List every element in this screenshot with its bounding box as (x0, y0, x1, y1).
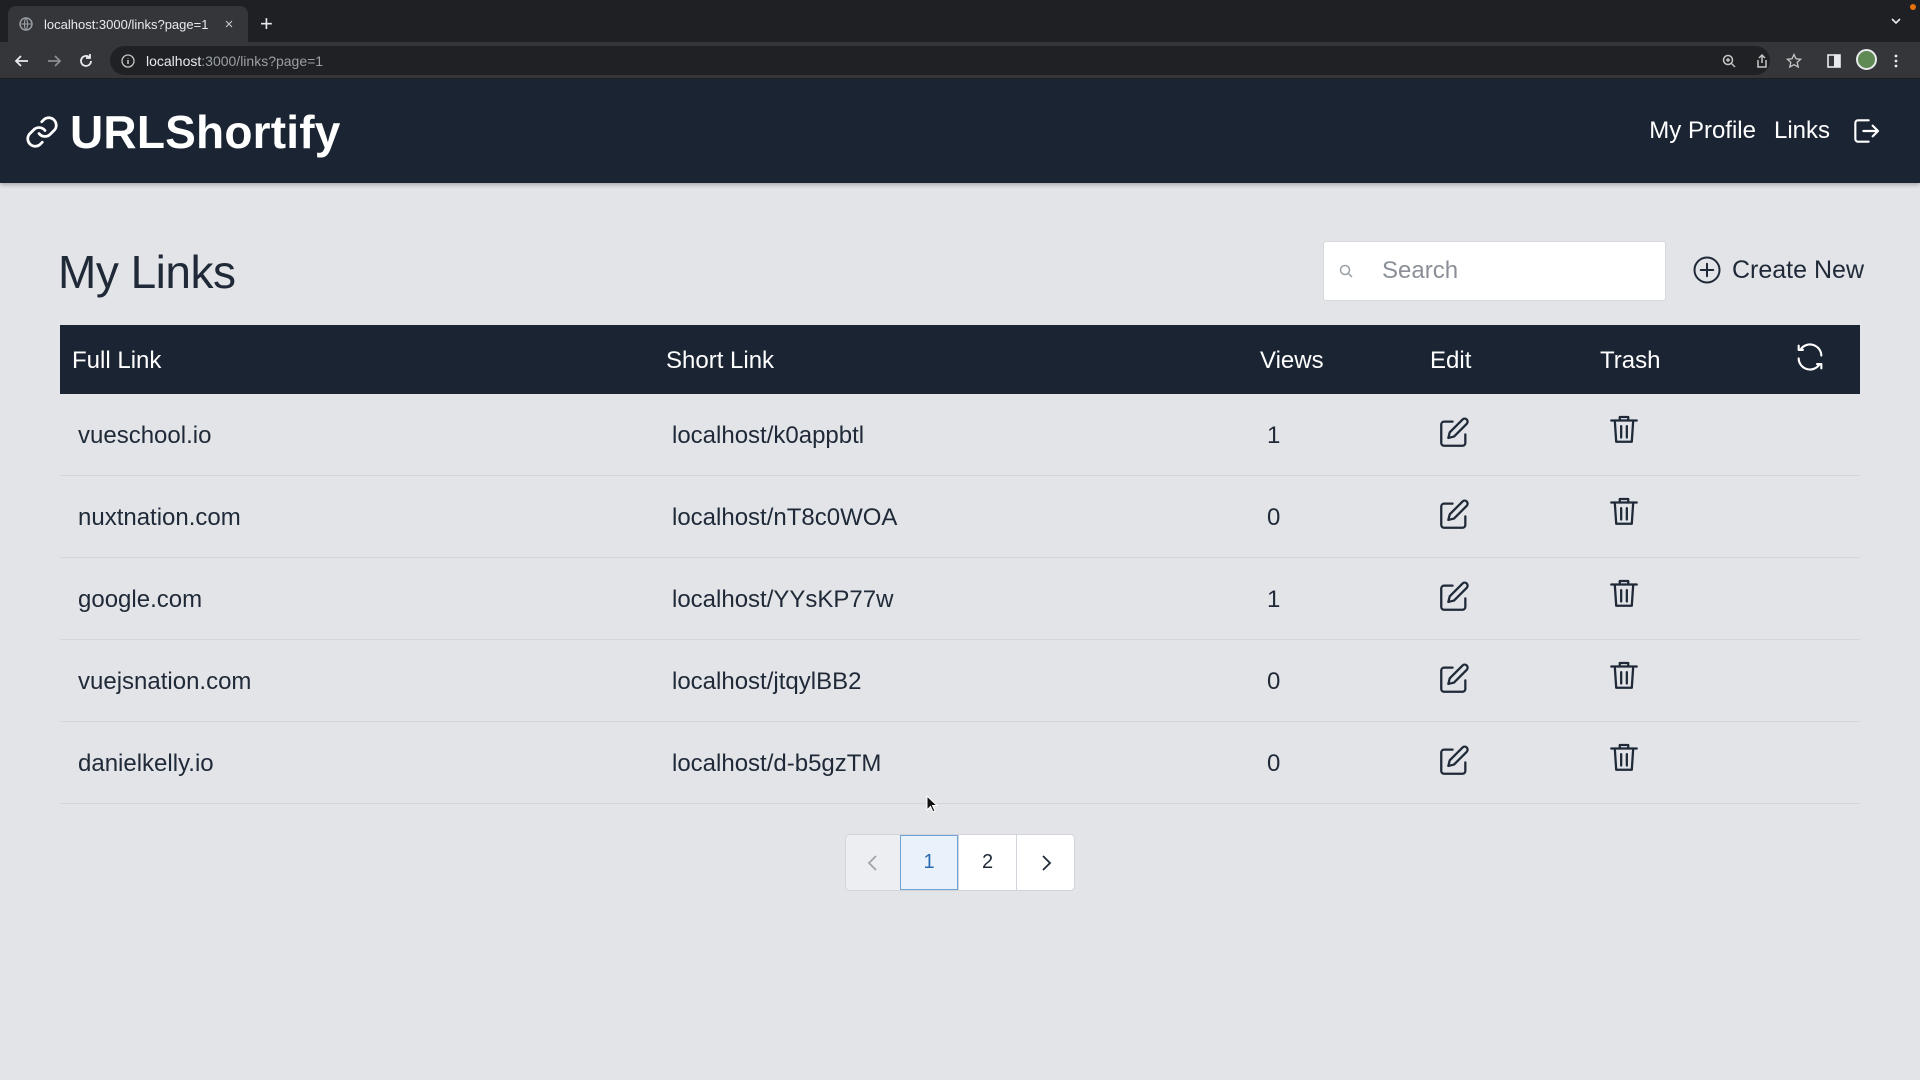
menu-dots-icon[interactable] (1886, 51, 1906, 71)
nav-links[interactable]: Links (1774, 117, 1830, 145)
column-short-link: Short Link (666, 347, 775, 374)
next-page-button[interactable] (1016, 835, 1074, 890)
header-nav: My Profile Links (1631, 115, 1882, 147)
edit-icon[interactable] (1437, 744, 1471, 778)
column-full-link: Full Link (72, 347, 162, 374)
short-link-cell[interactable]: localhost/YYsKP77w (672, 586, 893, 614)
browser-tab[interactable]: localhost:3000/links?page=1 × (8, 6, 248, 42)
short-link-cell[interactable]: localhost/k0appbtl (672, 422, 864, 450)
full-link-cell[interactable]: google.com (78, 586, 202, 614)
short-link-cell[interactable]: localhost/nT8c0WOA (672, 504, 897, 532)
trash-icon[interactable] (1607, 658, 1641, 692)
page-title: My Links (58, 246, 236, 298)
brand-name: URLShortify (70, 106, 341, 158)
full-link-cell[interactable]: danielkelly.io (78, 750, 214, 778)
trash-icon[interactable] (1607, 494, 1641, 528)
pagination: 1 2 (845, 834, 1075, 891)
page-button-1[interactable]: 1 (900, 835, 958, 890)
edit-icon[interactable] (1437, 662, 1471, 696)
table-row: google.com localhost/YYsKP77w 1 (60, 558, 1860, 640)
bookmark-star-icon[interactable] (1784, 51, 1804, 71)
plus-circle-icon (1692, 255, 1722, 285)
short-link-cell[interactable]: localhost/jtqylBB2 (672, 668, 861, 696)
profile-avatar[interactable] (1856, 49, 1877, 70)
tab-title: localhost:3000/links?page=1 (44, 16, 209, 32)
browser-tabbar: localhost:3000/links?page=1 × + (0, 0, 1920, 42)
link-icon (24, 114, 60, 150)
trash-icon[interactable] (1607, 412, 1641, 446)
chevron-down-icon[interactable] (1890, 14, 1902, 32)
edit-icon[interactable] (1437, 498, 1471, 532)
forward-icon[interactable] (44, 51, 64, 71)
nav-my-profile[interactable]: My Profile (1649, 117, 1756, 145)
table-row: danielkelly.io localhost/d-b5gzTM 0 (60, 722, 1860, 804)
table-row: nuxtnation.com localhost/nT8c0WOA 0 (60, 476, 1860, 558)
column-views: Views (1260, 347, 1324, 374)
refresh-icon[interactable] (1793, 340, 1827, 374)
address-bar[interactable]: localhost:3000/links?page=1 (110, 46, 1770, 75)
edit-icon[interactable] (1437, 580, 1471, 614)
zoom-icon[interactable] (1719, 51, 1739, 71)
full-link-cell[interactable]: nuxtnation.com (78, 504, 241, 532)
page-button-2[interactable]: 2 (958, 835, 1016, 890)
browser-toolbar: localhost:3000/links?page=1 (0, 42, 1920, 79)
url-host: localhost (146, 52, 202, 69)
table-header: Full Link Short Link Views Edit Trash (60, 325, 1860, 394)
views-cell: 0 (1267, 750, 1281, 777)
views-cell: 1 (1267, 422, 1281, 449)
recording-indicator (1910, 4, 1916, 10)
create-new-label: Create New (1732, 255, 1864, 284)
table-row: vueschool.io localhost/k0appbtl 1 (60, 394, 1860, 476)
back-icon[interactable] (12, 51, 32, 71)
app-header: URLShortify My Profile Links (0, 79, 1920, 183)
mouse-cursor (926, 794, 939, 813)
short-link-cell[interactable]: localhost/d-b5gzTM (672, 750, 881, 778)
trash-icon[interactable] (1607, 576, 1641, 610)
search-icon (1338, 263, 1354, 279)
search-input[interactable] (1382, 257, 1642, 285)
logout-icon[interactable] (1850, 115, 1882, 147)
close-icon[interactable]: × (220, 16, 238, 33)
column-trash: Trash (1600, 347, 1661, 374)
table-row: vuejsnation.com localhost/jtqylBB2 0 (60, 640, 1860, 722)
links-table: Full Link Short Link Views Edit Trash vu… (60, 325, 1860, 804)
prev-page-button[interactable] (846, 835, 900, 890)
sidepanel-icon[interactable] (1824, 51, 1844, 71)
views-cell: 0 (1267, 504, 1281, 531)
url-path: :3000/links?page=1 (201, 52, 324, 69)
full-link-cell[interactable]: vueschool.io (78, 422, 211, 450)
create-new-button[interactable]: Create New (1692, 255, 1864, 285)
full-link-cell[interactable]: vuejsnation.com (78, 668, 251, 696)
trash-icon[interactable] (1607, 740, 1641, 774)
globe-icon (18, 16, 34, 32)
search-field[interactable] (1323, 241, 1666, 301)
brand[interactable]: URLShortify (24, 105, 341, 159)
share-icon[interactable] (1752, 51, 1772, 71)
column-edit: Edit (1430, 347, 1472, 374)
views-cell: 1 (1267, 586, 1281, 613)
info-icon[interactable] (120, 53, 136, 69)
new-tab-button[interactable]: + (260, 13, 273, 35)
reload-icon[interactable] (76, 51, 96, 71)
edit-icon[interactable] (1437, 416, 1471, 450)
views-cell: 0 (1267, 668, 1281, 695)
